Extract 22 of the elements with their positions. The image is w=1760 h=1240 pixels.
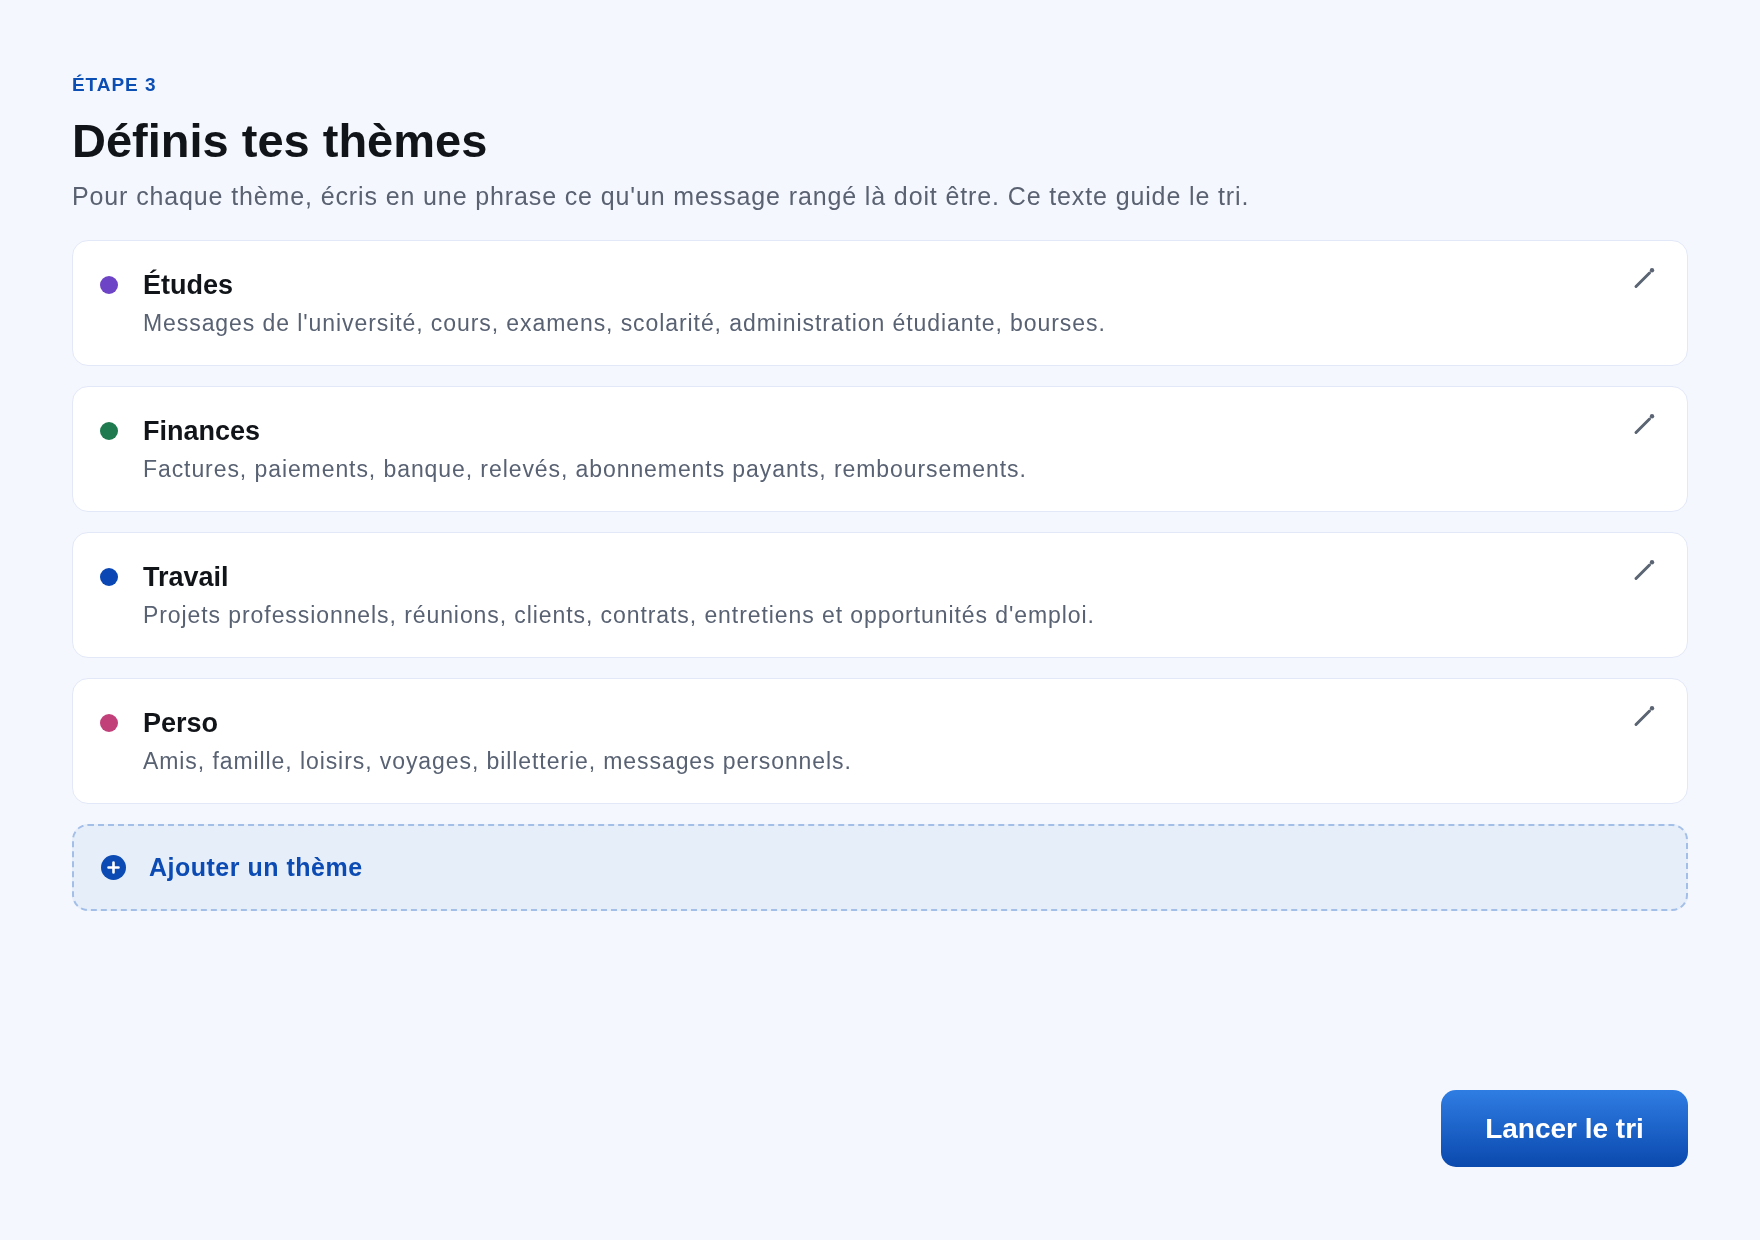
theme-description: Amis, famille, loisirs, voyages, billetterie, messages personnels. (143, 747, 852, 776)
theme-description: Projets professionnels, réunions, clients, contrats, entretiens et opportunités d'emploi. (143, 601, 1095, 630)
edit-button[interactable] (1631, 265, 1657, 291)
pencil-icon (1633, 267, 1655, 289)
edit-button[interactable] (1631, 557, 1657, 583)
edit-button[interactable] (1631, 703, 1657, 729)
plus-icon (101, 855, 126, 880)
pencil-icon (1633, 413, 1655, 435)
theme-description: Factures, paiements, banque, relevés, abonnements payants, remboursements. (143, 455, 1027, 484)
start-sort-button[interactable]: Lancer le tri (1441, 1090, 1688, 1167)
theme-name: Perso (143, 707, 219, 739)
theme-name: Finances (143, 415, 261, 447)
pencil-icon (1633, 705, 1655, 727)
theme-name: Travail (143, 561, 229, 593)
step-label: ÉTAPE 3 (72, 73, 157, 97)
page-subtitle: Pour chaque thème, écris en une phrase ce qu'un message rangé là doit être. Ce texte guide le tri. (72, 181, 1250, 212)
add-theme-button[interactable]: Ajouter un thème (72, 824, 1688, 911)
theme-description: Messages de l'université, cours, examens, scolarité, administration étudiante, bourses. (143, 309, 1106, 338)
theme-name: Études (143, 269, 234, 301)
pencil-icon (1633, 559, 1655, 581)
page-title: Définis tes thèmes (72, 113, 488, 169)
edit-button[interactable] (1631, 411, 1657, 437)
